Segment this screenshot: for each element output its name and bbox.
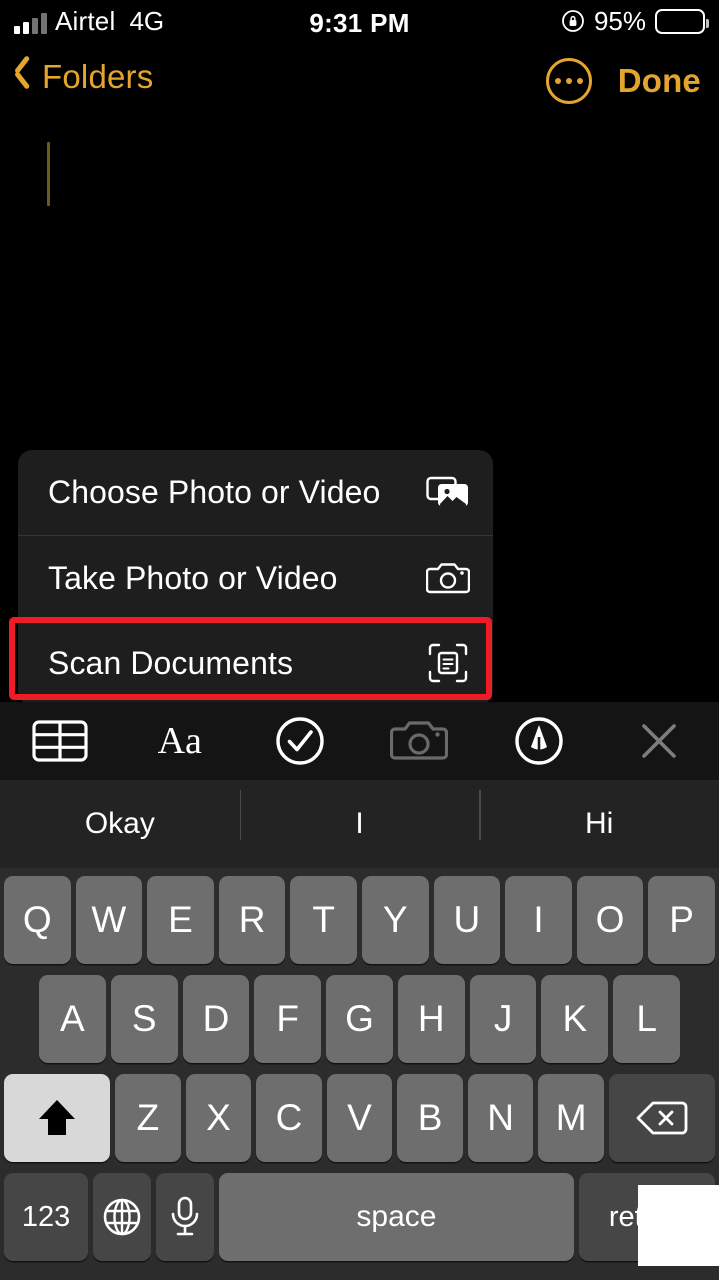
globe-key-icon[interactable] <box>93 1173 152 1261</box>
camera-icon <box>425 557 471 599</box>
key-z[interactable]: Z <box>115 1074 181 1162</box>
key-r[interactable]: R <box>218 876 286 964</box>
chevron-left-icon <box>14 62 32 92</box>
table-icon[interactable] <box>0 717 120 765</box>
attachment-action-menu: Choose Photo or Video Take Photo or Vide… <box>18 450 493 705</box>
key-e[interactable]: E <box>147 876 214 964</box>
text-cursor <box>47 142 50 206</box>
back-button-label: Folders <box>42 58 154 95</box>
key-d[interactable]: D <box>182 975 250 1063</box>
menu-item-label: Choose Photo or Video <box>48 474 381 510</box>
navigation-bar: Folders Done <box>0 48 719 120</box>
camera-icon[interactable] <box>359 718 479 764</box>
keyboard-row-1: Q W E R T Y U I O P <box>0 873 719 967</box>
rotation-lock-icon <box>561 9 585 33</box>
battery-percent-label: 95% <box>593 6 646 36</box>
menu-item-label: Take Photo or Video <box>48 559 338 596</box>
text-format-icon[interactable]: Aa <box>120 722 240 760</box>
key-n[interactable]: N <box>467 1074 534 1162</box>
menu-item-scan-documents[interactable]: Scan Documents <box>18 620 493 705</box>
key-q[interactable]: Q <box>4 876 71 964</box>
notes-app-screen: Airtel 4G 9:31 PM 95% Folders Done Choos… <box>0 0 719 1280</box>
navigation-bar-right: Done <box>545 58 701 104</box>
menu-item-label: Scan Documents <box>48 644 294 681</box>
key-m[interactable]: M <box>538 1074 604 1162</box>
key-b[interactable]: B <box>397 1074 463 1162</box>
key-t[interactable]: T <box>290 876 357 964</box>
backspace-key-icon[interactable] <box>608 1074 716 1162</box>
key-s[interactable]: S <box>110 975 178 1063</box>
key-c[interactable]: C <box>256 1074 322 1162</box>
key-x[interactable]: X <box>185 1074 252 1162</box>
on-screen-keyboard: Q W E R T Y U I O P A S D F G H J K L Z … <box>0 868 719 1280</box>
shift-key-icon[interactable] <box>4 1074 111 1162</box>
close-icon[interactable] <box>599 716 719 766</box>
key-j[interactable]: J <box>469 975 537 1063</box>
key-h[interactable]: H <box>397 975 465 1063</box>
prediction-item[interactable]: Hi <box>479 790 719 841</box>
battery-full-icon <box>655 8 709 34</box>
white-overlay-block <box>638 1185 719 1266</box>
key-y[interactable]: Y <box>361 876 429 964</box>
keyboard-row-2: A S D F G H J K L <box>0 972 719 1066</box>
key-i[interactable]: I <box>505 876 572 964</box>
note-format-toolbar: Aa <box>0 702 719 780</box>
microphone-key-icon[interactable] <box>156 1173 215 1261</box>
key-v[interactable]: V <box>326 1074 393 1162</box>
photo-library-icon <box>425 472 471 514</box>
menu-item-choose-photo-or-video[interactable]: Choose Photo or Video <box>18 450 493 535</box>
key-u[interactable]: U <box>433 876 501 964</box>
keyboard-row-3: Z X C V B N M <box>0 1071 719 1165</box>
key-o[interactable]: O <box>576 876 644 964</box>
more-options-icon[interactable] <box>545 58 592 104</box>
text-format-label: Aa <box>157 720 202 762</box>
numbers-key[interactable]: 123 <box>4 1173 89 1261</box>
prediction-item[interactable]: I <box>239 790 480 841</box>
document-scanner-icon <box>425 642 471 684</box>
key-w[interactable]: W <box>75 876 143 964</box>
space-key[interactable]: space <box>219 1173 574 1261</box>
back-to-folders-button[interactable]: Folders <box>14 60 153 94</box>
markup-pen-icon[interactable] <box>479 714 599 768</box>
key-a[interactable]: A <box>39 975 106 1063</box>
predictive-text-bar: Okay I Hi <box>0 780 719 868</box>
status-bar-right: 95% <box>561 6 709 36</box>
checklist-icon[interactable] <box>240 714 360 768</box>
key-p[interactable]: P <box>648 876 715 964</box>
menu-item-take-photo-or-video[interactable]: Take Photo or Video <box>18 535 493 620</box>
keyboard-row-4: 123 space return <box>0 1170 719 1264</box>
status-bar: Airtel 4G 9:31 PM 95% <box>0 0 719 48</box>
prediction-item[interactable]: Okay <box>0 807 240 841</box>
key-l[interactable]: L <box>613 975 681 1063</box>
key-f[interactable]: F <box>254 975 322 1063</box>
key-k[interactable]: K <box>541 975 609 1063</box>
done-button[interactable]: Done <box>618 62 701 100</box>
key-g[interactable]: G <box>326 975 393 1063</box>
